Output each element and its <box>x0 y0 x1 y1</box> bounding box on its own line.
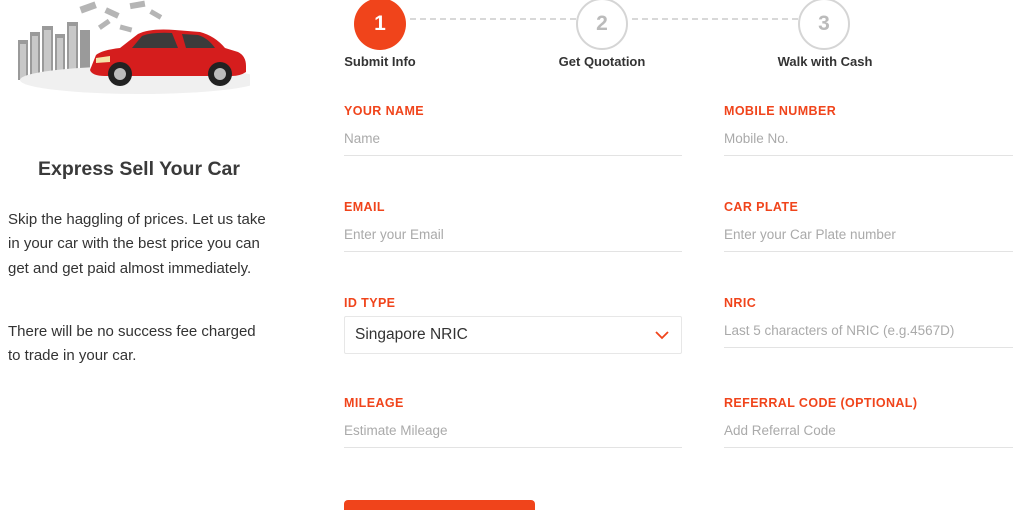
car-money-illustration <box>10 0 250 108</box>
nric-input[interactable] <box>724 322 1013 348</box>
step-3-circle: 3 <box>798 0 850 50</box>
intro-paragraph: Skip the haggling of prices. Let us take… <box>8 211 266 277</box>
step-3-label: Walk with Cash <box>777 54 873 69</box>
id-type-label: ID TYPE <box>344 296 396 310</box>
car-plate-label: CAR PLATE <box>724 200 799 214</box>
mileage-field: MILEAGE <box>344 396 682 448</box>
referral-input[interactable] <box>724 422 1013 448</box>
step-2-circle: 2 <box>576 0 628 50</box>
mileage-label: MILEAGE <box>344 396 404 410</box>
nric-field: NRIC <box>724 296 1013 348</box>
email-label: EMAIL <box>344 200 385 214</box>
mobile-field: MOBILE NUMBER <box>724 104 1013 156</box>
name-field: YOUR NAME <box>344 104 682 156</box>
email-input[interactable] <box>344 226 682 252</box>
submit-button[interactable] <box>344 500 535 510</box>
referral-field: REFERRAL CODE (OPTIONAL) <box>724 396 1013 448</box>
name-input[interactable] <box>344 130 682 156</box>
id-type-selected-value: Singapore NRIC <box>355 326 468 343</box>
car-plate-field: CAR PLATE <box>724 200 1013 252</box>
page-title: Express Sell Your Car <box>38 158 240 180</box>
id-type-select[interactable]: Singapore NRIC <box>344 316 682 354</box>
car-plate-input[interactable] <box>724 226 1013 252</box>
left-panel: Express Sell Your Car Skip the haggling … <box>0 0 280 510</box>
fee-paragraph: There will be no success fee charged to … <box>8 323 256 365</box>
email-field: EMAIL <box>344 200 682 252</box>
step-connector <box>632 18 798 20</box>
name-label: YOUR NAME <box>344 104 424 118</box>
step-connector <box>410 18 576 20</box>
mileage-input[interactable] <box>344 422 682 448</box>
step-2-label: Get Quotation <box>558 54 646 69</box>
mobile-label: MOBILE NUMBER <box>724 104 837 118</box>
id-type-field: ID TYPE Singapore NRIC <box>344 296 682 354</box>
nric-label: NRIC <box>724 296 757 310</box>
referral-label: REFERRAL CODE (OPTIONAL) <box>724 396 918 410</box>
step-1-circle: 1 <box>354 0 406 50</box>
mobile-input[interactable] <box>724 130 1013 156</box>
car-illustration-icon <box>18 0 250 94</box>
chevron-down-icon <box>655 331 669 340</box>
step-1-label: Submit Info <box>344 54 416 69</box>
